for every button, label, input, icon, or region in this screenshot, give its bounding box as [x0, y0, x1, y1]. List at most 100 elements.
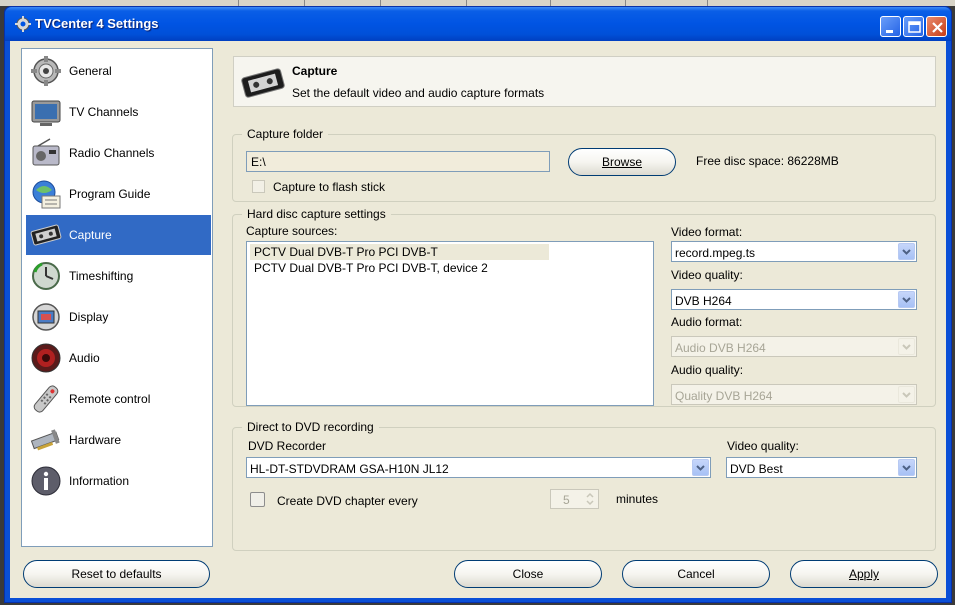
minimize-icon: [886, 30, 893, 33]
list-item[interactable]: PCTV Dual DVB-T Pro PCI DVB-T: [250, 244, 549, 260]
chevron-down-icon[interactable]: [898, 459, 915, 476]
sidebar-item-label: Hardware: [69, 433, 122, 447]
apply-button[interactable]: Apply: [790, 560, 938, 588]
sidebar-item-display[interactable]: Display: [26, 297, 211, 337]
capture-folder-group: Capture folder E:\ Browse Free disc spac…: [232, 127, 936, 202]
sidebar-item-remote-control[interactable]: Remote control: [26, 379, 211, 419]
sidebar-item-program-guide[interactable]: Program Guide: [26, 174, 211, 214]
dvd-quality-label: Video quality:: [727, 439, 799, 453]
program-guide-icon: [32, 180, 61, 209]
dvd-quality-select[interactable]: DVD Best: [726, 457, 917, 478]
settings-sidebar: General TV Channels Radio Channels Progr…: [21, 48, 213, 547]
chevron-down-icon: [898, 338, 915, 355]
sidebar-item-timeshifting[interactable]: Timeshifting: [26, 256, 211, 296]
close-button[interactable]: Close: [454, 560, 602, 588]
capture-to-flash-checkbox[interactable]: [252, 180, 265, 193]
gear-icon: [31, 56, 61, 86]
sidebar-item-capture[interactable]: Capture: [26, 215, 211, 255]
group-legend: Capture folder: [242, 127, 329, 141]
video-format-label: Video format:: [671, 225, 743, 239]
dvd-chapter-label: Create DVD chapter every: [277, 494, 418, 508]
speaker-icon: [31, 343, 61, 373]
dvd-recorder-value: HL-DT-STDVDRAM GSA-H10N JL12: [250, 462, 449, 476]
dialog-client-area: General TV Channels Radio Channels Progr…: [10, 41, 946, 598]
page-title: Capture: [292, 64, 338, 78]
video-format-value: record.mpeg.ts: [675, 246, 756, 260]
capture-sources-label: Capture sources:: [246, 224, 338, 238]
sidebar-item-label: TV Channels: [69, 105, 139, 119]
group-legend: Direct to DVD recording: [242, 420, 379, 434]
browse-button-label: Browse: [601, 155, 642, 169]
dvd-recorder-select[interactable]: HL-DT-STDVDRAM GSA-H10N JL12: [246, 457, 711, 478]
stepper-arrows-icon[interactable]: [583, 491, 597, 507]
capture-folder-path-field[interactable]: E:\: [246, 151, 550, 172]
maximize-button[interactable]: [903, 16, 924, 37]
cancel-button[interactable]: Cancel: [622, 560, 770, 588]
dvd-quality-value: DVD Best: [730, 462, 783, 476]
page-header: Capture Set the default video and audio …: [233, 56, 936, 107]
reset-defaults-button[interactable]: Reset to defaults: [23, 560, 210, 588]
video-quality-select[interactable]: DVB H264: [671, 289, 917, 310]
minimize-button[interactable]: [880, 16, 901, 37]
group-legend: Hard disc capture settings: [242, 207, 391, 221]
settings-window: TVCenter 4 Settings General TV Channels …: [4, 6, 952, 603]
videotape-icon: [241, 68, 285, 98]
remote-icon: [33, 385, 59, 413]
list-item[interactable]: PCTV Dual DVB-T Pro PCI DVB-T, device 2: [250, 260, 488, 276]
video-format-select[interactable]: record.mpeg.ts: [671, 241, 917, 262]
hardware-icon: [30, 429, 60, 451]
cancel-button-label: Cancel: [677, 567, 715, 581]
audio-format-select[interactable]: Audio DVB H264: [671, 336, 917, 357]
radio-icon: [32, 138, 60, 166]
sidebar-item-hardware[interactable]: Hardware: [26, 420, 211, 460]
audio-quality-value: Quality DVB H264: [675, 389, 773, 403]
dvd-chapter-value: 5: [563, 493, 570, 507]
clock-icon: [32, 262, 60, 290]
sidebar-item-radio-channels[interactable]: Radio Channels: [26, 133, 211, 173]
tv-icon: [31, 100, 61, 126]
audio-format-label: Audio format:: [671, 315, 743, 329]
sidebar-item-audio[interactable]: Audio: [26, 338, 211, 378]
info-icon: [31, 466, 61, 496]
chevron-down-icon[interactable]: [898, 291, 915, 308]
sidebar-item-tv-channels[interactable]: TV Channels: [26, 92, 211, 132]
close-button-label: Close: [512, 567, 544, 581]
sidebar-item-label: Radio Channels: [69, 146, 155, 160]
apply-button-label: Apply: [848, 567, 880, 581]
page-subtitle: Set the default video and audio capture …: [292, 86, 545, 100]
sidebar-item-label: Program Guide: [69, 187, 151, 201]
capture-sources-list[interactable]: PCTV Dual DVB-T Pro PCI DVB-T PCTV Dual …: [246, 241, 654, 406]
sidebar-item-label: Audio: [69, 351, 100, 365]
sidebar-item-label: Display: [69, 310, 109, 324]
audio-quality-select[interactable]: Quality DVB H264: [671, 384, 917, 405]
chevron-down-icon: [898, 386, 915, 403]
chevron-down-icon[interactable]: [898, 243, 915, 260]
dvd-chapter-checkbox[interactable]: [250, 492, 265, 507]
sidebar-item-information[interactable]: Information: [26, 461, 211, 501]
reset-defaults-label: Reset to defaults: [71, 567, 162, 581]
dvd-recording-group: Direct to DVD recording DVD Recorder HL-…: [232, 420, 936, 551]
sidebar-item-label: Information: [69, 474, 130, 488]
chevron-down-icon[interactable]: [692, 459, 709, 476]
sidebar-item-label: Timeshifting: [69, 269, 134, 283]
settings-app-icon: [15, 16, 31, 32]
videotape-icon: [30, 224, 62, 246]
sidebar-item-label: Remote control: [69, 392, 151, 406]
dvd-recorder-label: DVD Recorder: [248, 439, 327, 453]
browse-button[interactable]: Browse: [568, 148, 676, 176]
close-window-button[interactable]: [926, 16, 947, 37]
video-quality-value: DVB H264: [675, 294, 732, 308]
close-icon: [932, 22, 943, 33]
sidebar-item-label: Capture: [69, 228, 112, 242]
video-quality-label: Video quality:: [671, 268, 743, 282]
audio-format-value: Audio DVB H264: [675, 341, 766, 355]
dvd-chapter-stepper[interactable]: 5: [550, 489, 599, 509]
display-icon: [32, 303, 60, 331]
sidebar-item-general[interactable]: General: [26, 51, 211, 91]
capture-to-flash-label: Capture to flash stick: [273, 180, 386, 194]
sidebar-item-label: General: [69, 64, 112, 78]
audio-quality-label: Audio quality:: [671, 363, 744, 377]
maximize-icon: [908, 21, 921, 33]
free-disc-space: Free disc space: 86228MB: [696, 154, 839, 168]
title-bar[interactable]: TVCenter 4 Settings: [5, 7, 951, 41]
